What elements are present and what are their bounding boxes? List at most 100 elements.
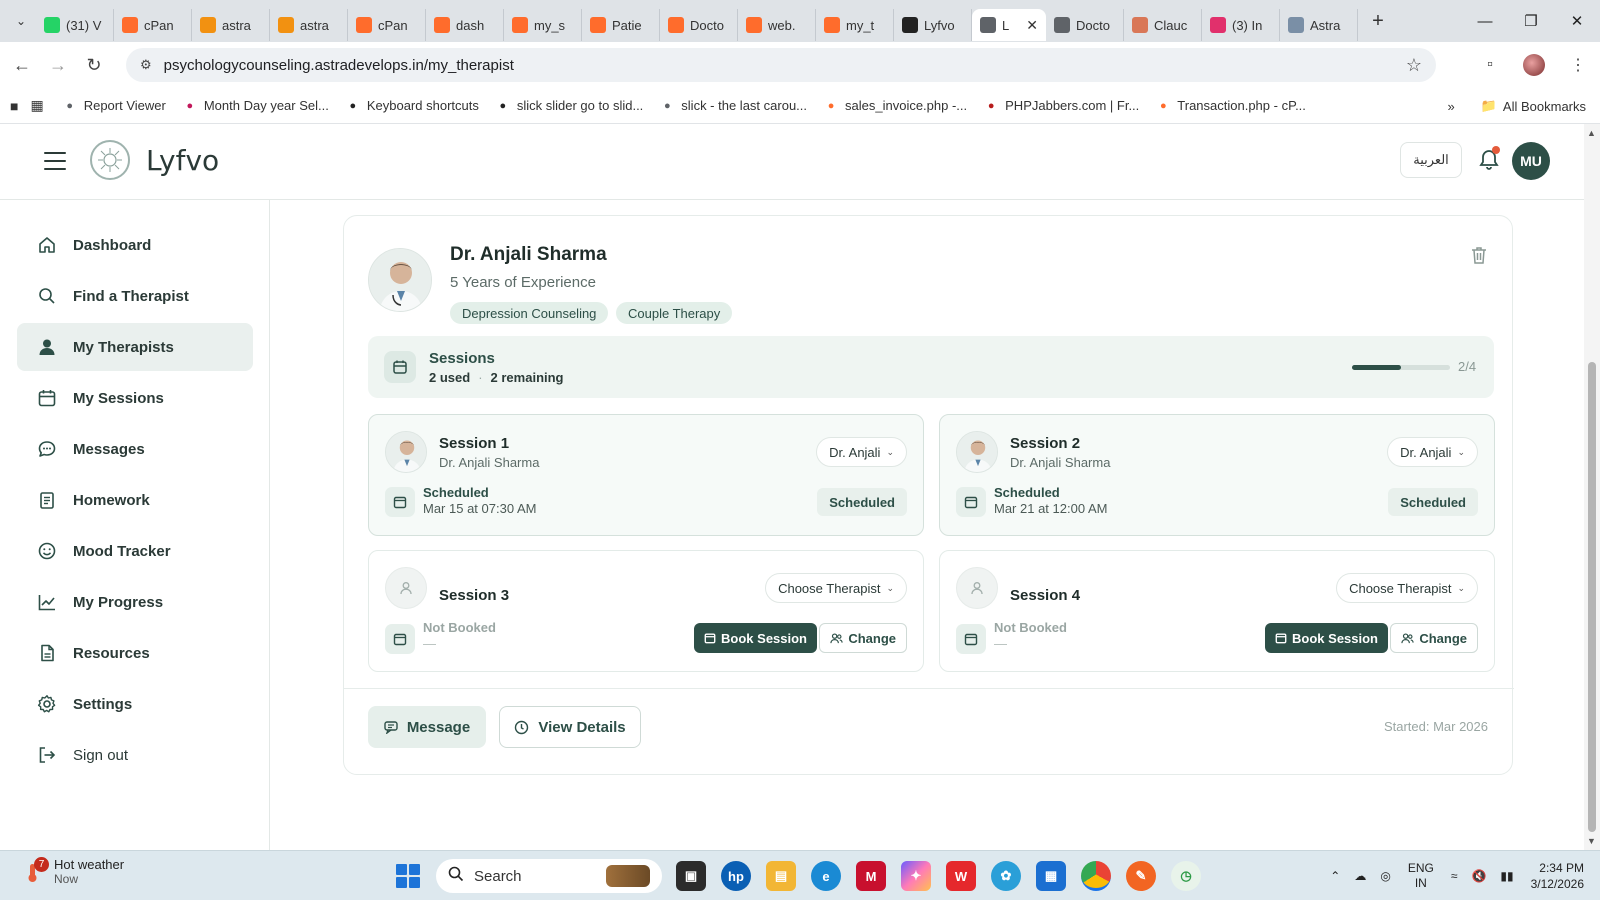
address-bar[interactable]: ⚙ psychologycounseling.astradevelops.in/… xyxy=(126,48,1436,82)
site-info-icon[interactable]: ⚙ xyxy=(140,57,152,73)
close-window-button[interactable]: ✕ xyxy=(1554,0,1600,42)
wps-icon[interactable]: W xyxy=(946,861,976,891)
scrollbar-thumb[interactable] xyxy=(1588,362,1596,832)
hamburger-menu-icon[interactable] xyxy=(44,152,66,170)
book-session-button[interactable]: Book Session xyxy=(694,623,817,653)
change-therapist-button[interactable]: Change xyxy=(819,623,907,653)
onedrive-icon[interactable]: ☁ xyxy=(1354,869,1366,883)
therapist-select[interactable]: Dr. Anjali ⌄ xyxy=(816,437,907,467)
clock-app-icon[interactable]: ◷ xyxy=(1171,861,1201,891)
all-bookmarks-link[interactable]: All Bookmarks xyxy=(1503,99,1586,114)
browser-tab[interactable]: (3) In xyxy=(1202,9,1280,41)
user-avatar[interactable]: MU xyxy=(1512,142,1550,180)
browser-tab[interactable]: cPan xyxy=(114,9,192,41)
copilot-icon[interactable]: ✦ xyxy=(901,861,931,891)
tray-overflow-icon[interactable]: ⌃ xyxy=(1330,869,1340,883)
therapist-select[interactable]: Choose Therapist ⌄ xyxy=(765,573,907,603)
bookmark-item[interactable]: ● Transaction.php - cP... xyxy=(1155,98,1306,114)
mcafee-icon[interactable]: M xyxy=(856,861,886,891)
browser-tab[interactable]: Lyfvo xyxy=(894,9,972,41)
browser-tab[interactable]: L ✕ xyxy=(972,9,1046,41)
reload-button[interactable]: ↻ xyxy=(76,55,112,76)
windows-start-button[interactable] xyxy=(396,864,420,888)
pen-app-icon[interactable]: ✎ xyxy=(1126,861,1156,891)
book-session-button[interactable]: Book Session xyxy=(1265,623,1388,653)
minimize-button[interactable]: — xyxy=(1462,0,1508,42)
trash-icon[interactable] xyxy=(1468,244,1490,266)
close-tab-icon[interactable]: ✕ xyxy=(1026,17,1038,34)
browser-tab[interactable]: Clauc xyxy=(1124,9,1202,41)
browser-tab[interactable]: my_t xyxy=(816,9,894,41)
sidebar-item-sign-out[interactable]: Sign out xyxy=(17,731,253,779)
url-text[interactable]: psychologycounseling.astradevelops.in/my… xyxy=(164,57,514,74)
browser-menu-icon[interactable]: ⋮ xyxy=(1556,55,1600,75)
input-language[interactable]: ENG IN xyxy=(1408,861,1434,891)
sidebar-item-settings[interactable]: Settings xyxy=(17,680,253,728)
notification-bell-icon[interactable] xyxy=(1476,146,1502,174)
therapist-select[interactable]: Choose Therapist ⌄ xyxy=(1336,573,1478,603)
extensions-icon[interactable]: ▫ xyxy=(1468,56,1512,74)
sidebar-item-find-a-therapist[interactable]: Find a Therapist xyxy=(17,272,253,320)
sidebar-item-messages[interactable]: Messages xyxy=(17,425,253,473)
chrome-icon[interactable] xyxy=(1081,861,1111,891)
bookmark-item[interactable]: ● Keyboard shortcuts xyxy=(345,98,479,114)
tab-search-icon[interactable]: ⌄ xyxy=(6,6,36,36)
battery-icon[interactable]: ▮▮ xyxy=(1500,869,1513,883)
bookmark-item[interactable]: ● slick - the last carou... xyxy=(659,98,807,114)
side-panel-icon[interactable]: ■ xyxy=(10,98,18,114)
browser-tab[interactable]: Patie xyxy=(582,9,660,41)
new-tab-button[interactable]: + xyxy=(1364,10,1392,33)
bookmark-item[interactable]: ● Month Day year Sel... xyxy=(182,98,329,114)
profile-avatar[interactable] xyxy=(1523,54,1545,76)
volume-muted-icon[interactable]: 🔇 xyxy=(1471,869,1486,883)
apps-grid-icon[interactable]: ▦ xyxy=(30,97,43,114)
therapist-select[interactable]: Dr. Anjali ⌄ xyxy=(1387,437,1478,467)
bookmark-item[interactable]: ● sales_invoice.php -... xyxy=(823,98,967,114)
browser-tab[interactable]: my_s xyxy=(504,9,582,41)
restore-button[interactable]: ❐ xyxy=(1508,0,1554,42)
forward-button[interactable]: → xyxy=(40,55,76,76)
browser-tab[interactable]: Docto xyxy=(660,9,738,41)
sidebar-item-mood-tracker[interactable]: Mood Tracker xyxy=(17,527,253,575)
language-toggle-button[interactable]: العربية xyxy=(1400,142,1462,178)
settings-app-icon[interactable]: ✿ xyxy=(991,861,1021,891)
network-status-icon[interactable]: ◎ xyxy=(1380,869,1390,883)
view-details-button[interactable]: View Details xyxy=(499,706,641,748)
page-scrollbar[interactable]: ▲ ▼ xyxy=(1584,124,1600,850)
taskbar-search[interactable]: Search xyxy=(436,859,662,893)
wifi-icon[interactable]: ≈ xyxy=(1451,869,1458,883)
hp-icon[interactable]: hp xyxy=(721,861,751,891)
lyfvo-logo-icon[interactable] xyxy=(90,140,130,180)
change-therapist-button[interactable]: Change xyxy=(1390,623,1478,653)
sidebar-item-my-sessions[interactable]: My Sessions xyxy=(17,374,253,422)
file-explorer-icon[interactable]: ▤ xyxy=(766,861,796,891)
back-button[interactable]: ← xyxy=(4,55,40,76)
sidebar-item-homework[interactable]: Homework xyxy=(17,476,253,524)
browser-tab[interactable]: web. xyxy=(738,9,816,41)
bookmark-item[interactable]: ● PHPJabbers.com | Fr... xyxy=(983,98,1139,114)
browser-tab[interactable]: (31) V xyxy=(36,9,114,41)
browser-tab[interactable]: astra xyxy=(270,9,348,41)
system-clock[interactable]: 2:34 PM 3/12/2026 xyxy=(1531,860,1584,892)
browser-tab[interactable]: astra xyxy=(192,9,270,41)
scroll-down-arrow-icon[interactable]: ▼ xyxy=(1587,836,1596,846)
browser-tab[interactable]: Docto xyxy=(1046,9,1124,41)
store-icon[interactable]: ▦ xyxy=(1036,861,1066,891)
taskview-icon[interactable]: ▣ xyxy=(676,861,706,891)
browser-tab[interactable]: Astra xyxy=(1280,9,1358,41)
browser-tab[interactable]: dash xyxy=(426,9,504,41)
scroll-up-arrow-icon[interactable]: ▲ xyxy=(1587,128,1596,138)
bookmark-star-icon[interactable]: ☆ xyxy=(1406,55,1422,76)
browser-tab[interactable]: cPan xyxy=(348,9,426,41)
weather-widget[interactable]: 7 Hot weather Now xyxy=(20,856,124,886)
brand-name[interactable]: Lyfvo xyxy=(146,144,219,177)
sidebar-item-resources[interactable]: Resources xyxy=(17,629,253,677)
edge-icon[interactable]: e xyxy=(811,861,841,891)
bookmark-item[interactable]: ● slick slider go to slid... xyxy=(495,98,644,114)
message-button[interactable]: Message xyxy=(368,706,486,748)
bookmark-item[interactable]: ● Report Viewer xyxy=(62,98,165,114)
sidebar-item-my-progress[interactable]: My Progress xyxy=(17,578,253,626)
sidebar-item-my-therapists[interactable]: My Therapists xyxy=(17,323,253,371)
sidebar-item-dashboard[interactable]: Dashboard xyxy=(17,221,253,269)
more-bookmarks-icon[interactable]: » xyxy=(1448,99,1455,114)
